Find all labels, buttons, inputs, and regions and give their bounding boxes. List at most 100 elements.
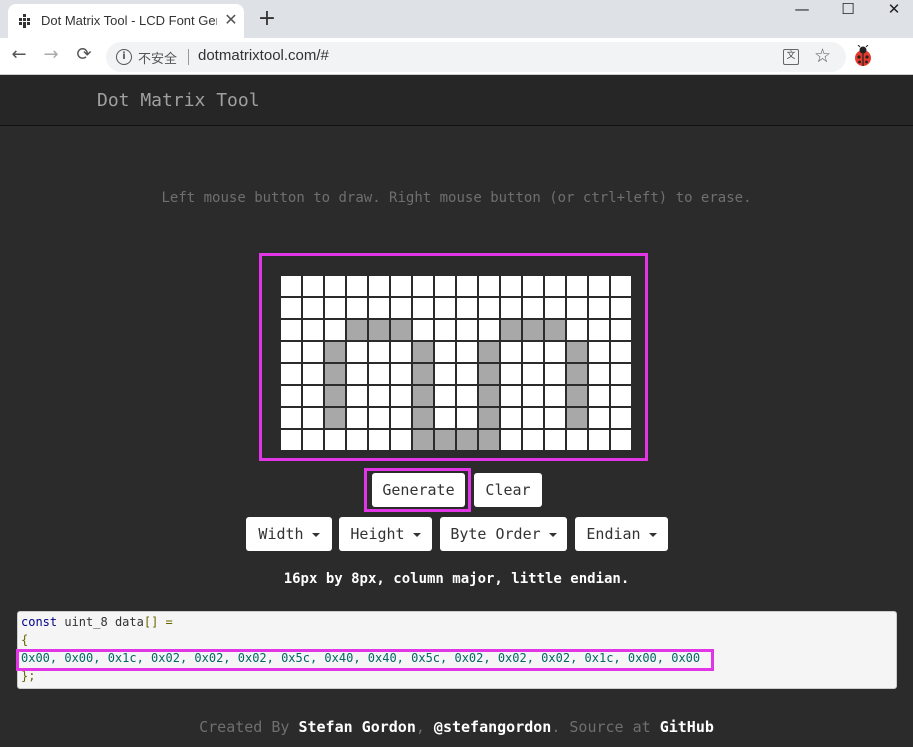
matrix-cell[interactable]	[567, 386, 587, 406]
width-dropdown[interactable]: Width	[246, 517, 332, 551]
translate-icon[interactable]: 文	[783, 49, 799, 65]
matrix-cell[interactable]	[479, 430, 499, 450]
matrix-cell[interactable]	[391, 342, 411, 362]
matrix-cell[interactable]	[369, 386, 389, 406]
matrix-cell[interactable]	[391, 364, 411, 384]
matrix-cell[interactable]	[589, 408, 609, 428]
matrix-cell[interactable]	[413, 298, 433, 318]
matrix-cell[interactable]	[281, 342, 301, 362]
security-label[interactable]: 不安全	[138, 48, 177, 67]
matrix-cell[interactable]	[545, 408, 565, 428]
matrix-cell[interactable]	[523, 342, 543, 362]
matrix-cell[interactable]	[303, 386, 323, 406]
matrix-cell[interactable]	[435, 298, 455, 318]
matrix-cell[interactable]	[611, 430, 631, 450]
matrix-cell[interactable]	[545, 320, 565, 340]
matrix-cell[interactable]	[391, 320, 411, 340]
matrix-cell[interactable]	[413, 276, 433, 296]
matrix-cell[interactable]	[479, 298, 499, 318]
matrix-cell[interactable]	[325, 430, 345, 450]
tab-close-icon[interactable]: ✕	[222, 11, 240, 29]
matrix-cell[interactable]	[369, 342, 389, 362]
matrix-cell[interactable]	[281, 364, 301, 384]
matrix-cell[interactable]	[501, 386, 521, 406]
matrix-cell[interactable]	[347, 276, 367, 296]
url-text[interactable]: dotmatrixtool.com/#	[198, 47, 329, 64]
matrix-cell[interactable]	[347, 298, 367, 318]
matrix-cell[interactable]	[325, 386, 345, 406]
matrix-cell[interactable]	[413, 364, 433, 384]
matrix-cell[interactable]	[589, 342, 609, 362]
matrix-cell[interactable]	[325, 298, 345, 318]
matrix-cell[interactable]	[369, 430, 389, 450]
matrix-cell[interactable]	[523, 276, 543, 296]
star-icon[interactable]: ☆	[814, 45, 831, 67]
matrix-cell[interactable]	[589, 320, 609, 340]
matrix-cell[interactable]	[347, 364, 367, 384]
matrix-cell[interactable]	[325, 408, 345, 428]
matrix-cell[interactable]	[325, 342, 345, 362]
matrix-cell[interactable]	[501, 276, 521, 296]
matrix-cell[interactable]	[611, 320, 631, 340]
matrix-cell[interactable]	[457, 364, 477, 384]
matrix-cell[interactable]	[589, 386, 609, 406]
matrix-cell[interactable]	[589, 276, 609, 296]
matrix-cell[interactable]	[281, 298, 301, 318]
matrix-cell[interactable]	[567, 430, 587, 450]
matrix-cell[interactable]	[325, 320, 345, 340]
matrix-cell[interactable]	[369, 408, 389, 428]
matrix-cell[interactable]	[303, 430, 323, 450]
matrix-cell[interactable]	[435, 386, 455, 406]
matrix-cell[interactable]	[303, 364, 323, 384]
matrix-cell[interactable]	[611, 342, 631, 362]
matrix-cell[interactable]	[611, 408, 631, 428]
matrix-cell[interactable]	[303, 320, 323, 340]
matrix-cell[interactable]	[611, 386, 631, 406]
matrix-cell[interactable]	[347, 408, 367, 428]
matrix-cell[interactable]	[501, 298, 521, 318]
byte-order-dropdown[interactable]: Byte Order	[440, 517, 567, 551]
matrix-cell[interactable]	[281, 276, 301, 296]
matrix-cell[interactable]	[391, 430, 411, 450]
matrix-cell[interactable]	[413, 430, 433, 450]
matrix-cell[interactable]	[391, 298, 411, 318]
matrix-cell[interactable]	[523, 320, 543, 340]
matrix-cell[interactable]	[545, 298, 565, 318]
matrix-cell[interactable]	[347, 320, 367, 340]
matrix-cell[interactable]	[523, 408, 543, 428]
matrix-cell[interactable]	[435, 364, 455, 384]
matrix-cell[interactable]	[523, 364, 543, 384]
matrix-cell[interactable]	[303, 408, 323, 428]
matrix-cell[interactable]	[391, 408, 411, 428]
matrix-cell[interactable]	[457, 430, 477, 450]
matrix-cell[interactable]	[391, 276, 411, 296]
minimize-button[interactable]: —	[779, 0, 825, 28]
matrix-cell[interactable]	[479, 342, 499, 362]
matrix-cell[interactable]	[545, 342, 565, 362]
matrix-cell[interactable]	[347, 386, 367, 406]
matrix-cell[interactable]	[303, 342, 323, 362]
matrix-cell[interactable]	[567, 320, 587, 340]
matrix-cell[interactable]	[281, 430, 301, 450]
matrix-cell[interactable]	[611, 276, 631, 296]
matrix-cell[interactable]	[413, 320, 433, 340]
matrix-cell[interactable]	[413, 408, 433, 428]
github-link[interactable]: GitHub	[660, 718, 714, 736]
matrix-cell[interactable]	[501, 408, 521, 428]
matrix-cell[interactable]	[347, 430, 367, 450]
matrix-cell[interactable]	[589, 364, 609, 384]
matrix-cell[interactable]	[589, 430, 609, 450]
matrix-cell[interactable]	[479, 386, 499, 406]
matrix-cell[interactable]	[501, 320, 521, 340]
matrix-cell[interactable]	[479, 320, 499, 340]
matrix-cell[interactable]	[567, 276, 587, 296]
matrix-cell[interactable]	[567, 342, 587, 362]
matrix-cell[interactable]	[501, 342, 521, 362]
matrix-cell[interactable]	[479, 364, 499, 384]
matrix-cell[interactable]	[479, 408, 499, 428]
info-icon[interactable]: i	[116, 49, 132, 65]
forward-icon[interactable]: →	[39, 44, 63, 68]
site-brand[interactable]: Dot Matrix Tool	[97, 90, 260, 111]
matrix-cell[interactable]	[435, 342, 455, 362]
back-icon[interactable]: ←	[7, 44, 31, 68]
